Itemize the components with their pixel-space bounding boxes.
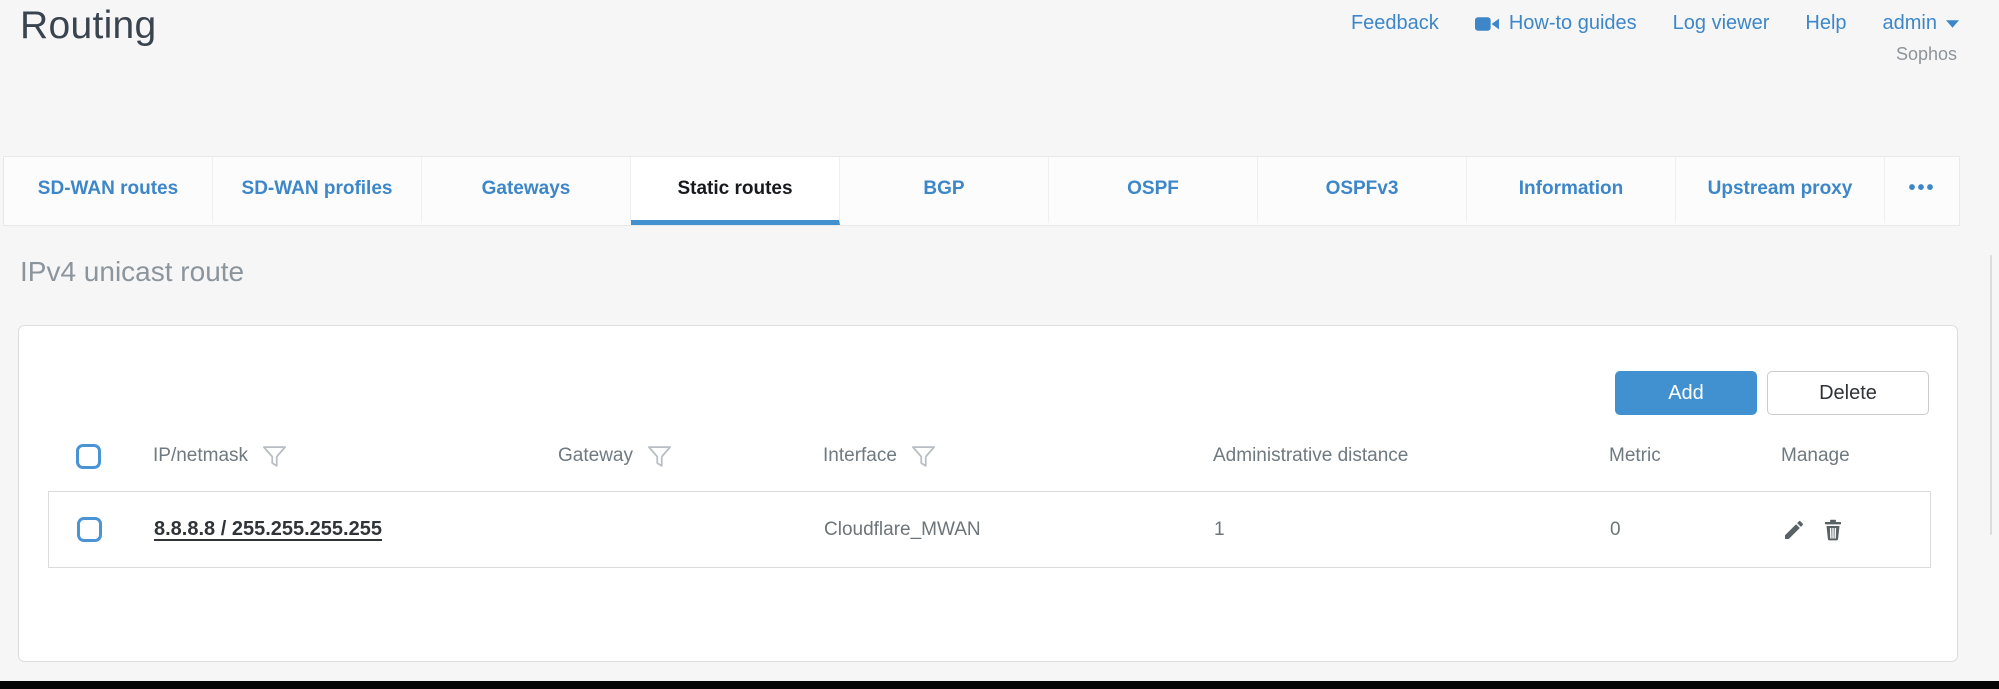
tab-sd-wan-profiles[interactable]: SD-WAN profiles: [213, 157, 422, 225]
tab-gateways[interactable]: Gateways: [422, 157, 631, 225]
column-header-ip-netmask-label: IP/netmask: [153, 445, 248, 467]
feedback-link-label: Feedback: [1351, 12, 1439, 35]
column-header-interface: Interface: [823, 445, 936, 468]
column-header-gateway-label: Gateway: [558, 445, 633, 467]
filter-icon[interactable]: [647, 445, 672, 468]
column-header-manage: Manage: [1781, 445, 1850, 467]
tab-bgp[interactable]: BGP: [840, 157, 1049, 225]
column-header-interface-label: Interface: [823, 445, 897, 467]
chevron-down-icon: [1946, 20, 1959, 28]
route-ip-netmask-link[interactable]: 8.8.8.8 / 255.255.255.255: [154, 518, 382, 541]
column-header-ip-netmask: IP/netmask: [153, 445, 287, 468]
route-interface-value: Cloudflare_MWAN: [824, 519, 981, 541]
table-header: IP/netmask Gateway: [48, 429, 1931, 483]
help-label: Help: [1805, 12, 1846, 35]
column-header-administrative-distance: Administrative distance: [1213, 445, 1408, 467]
log-viewer-label: Log viewer: [1673, 12, 1770, 35]
feedback-link[interactable]: Feedback: [1351, 12, 1439, 35]
account-name: Sophos: [1896, 44, 1957, 65]
tab-upstream-proxy[interactable]: Upstream proxy: [1676, 157, 1885, 225]
column-header-gateway: Gateway: [558, 445, 672, 468]
how-to-guides-label: How-to guides: [1509, 12, 1637, 35]
tab-overflow-menu[interactable]: •••: [1885, 157, 1959, 225]
row-checkbox[interactable]: [77, 517, 102, 542]
tab-ospfv3[interactable]: OSPFv3: [1258, 157, 1467, 225]
routing-page: Routing Feedback How-to guides Log viewe…: [0, 0, 1999, 689]
manage-actions: [1782, 518, 1845, 542]
tab-ospf[interactable]: OSPF: [1049, 157, 1258, 225]
tab-sd-wan-routes[interactable]: SD-WAN routes: [4, 157, 213, 225]
edit-pencil-icon[interactable]: [1782, 518, 1806, 542]
select-all-checkbox[interactable]: [76, 444, 101, 469]
scrollbar-thumb[interactable]: [1990, 255, 1992, 535]
video-camera-icon: [1475, 15, 1500, 33]
page-title: Routing: [20, 4, 157, 48]
column-header-metric: Metric: [1609, 445, 1661, 467]
help-link[interactable]: Help: [1805, 12, 1846, 35]
delete-button[interactable]: Delete: [1767, 371, 1929, 415]
admin-menu[interactable]: admin: [1883, 12, 1959, 35]
tab-static-routes[interactable]: Static routes: [631, 157, 840, 225]
table-row: 8.8.8.8 / 255.255.255.255 Cloudflare_MWA…: [48, 491, 1931, 568]
log-viewer-link[interactable]: Log viewer: [1673, 12, 1770, 35]
filter-icon[interactable]: [262, 445, 287, 468]
admin-menu-label: admin: [1883, 12, 1937, 35]
trash-icon[interactable]: [1821, 518, 1845, 542]
tab-bar: SD-WAN routes SD-WAN profiles Gateways S…: [3, 156, 1960, 226]
add-button[interactable]: Add: [1615, 371, 1757, 415]
window-bottom-edge: [0, 681, 1999, 689]
tab-information[interactable]: Information: [1467, 157, 1676, 225]
table-toolbar: Add Delete: [1615, 371, 1929, 415]
section-heading: IPv4 unicast route: [20, 256, 244, 288]
how-to-guides-link[interactable]: How-to guides: [1475, 12, 1637, 35]
route-administrative-distance-value: 1: [1214, 519, 1225, 541]
route-metric-value: 0: [1610, 519, 1621, 541]
utility-nav: Feedback How-to guides Log viewer Help a…: [1351, 12, 1959, 35]
filter-icon[interactable]: [911, 445, 936, 468]
static-routes-card: Add Delete IP/netmask Ga: [18, 325, 1958, 662]
